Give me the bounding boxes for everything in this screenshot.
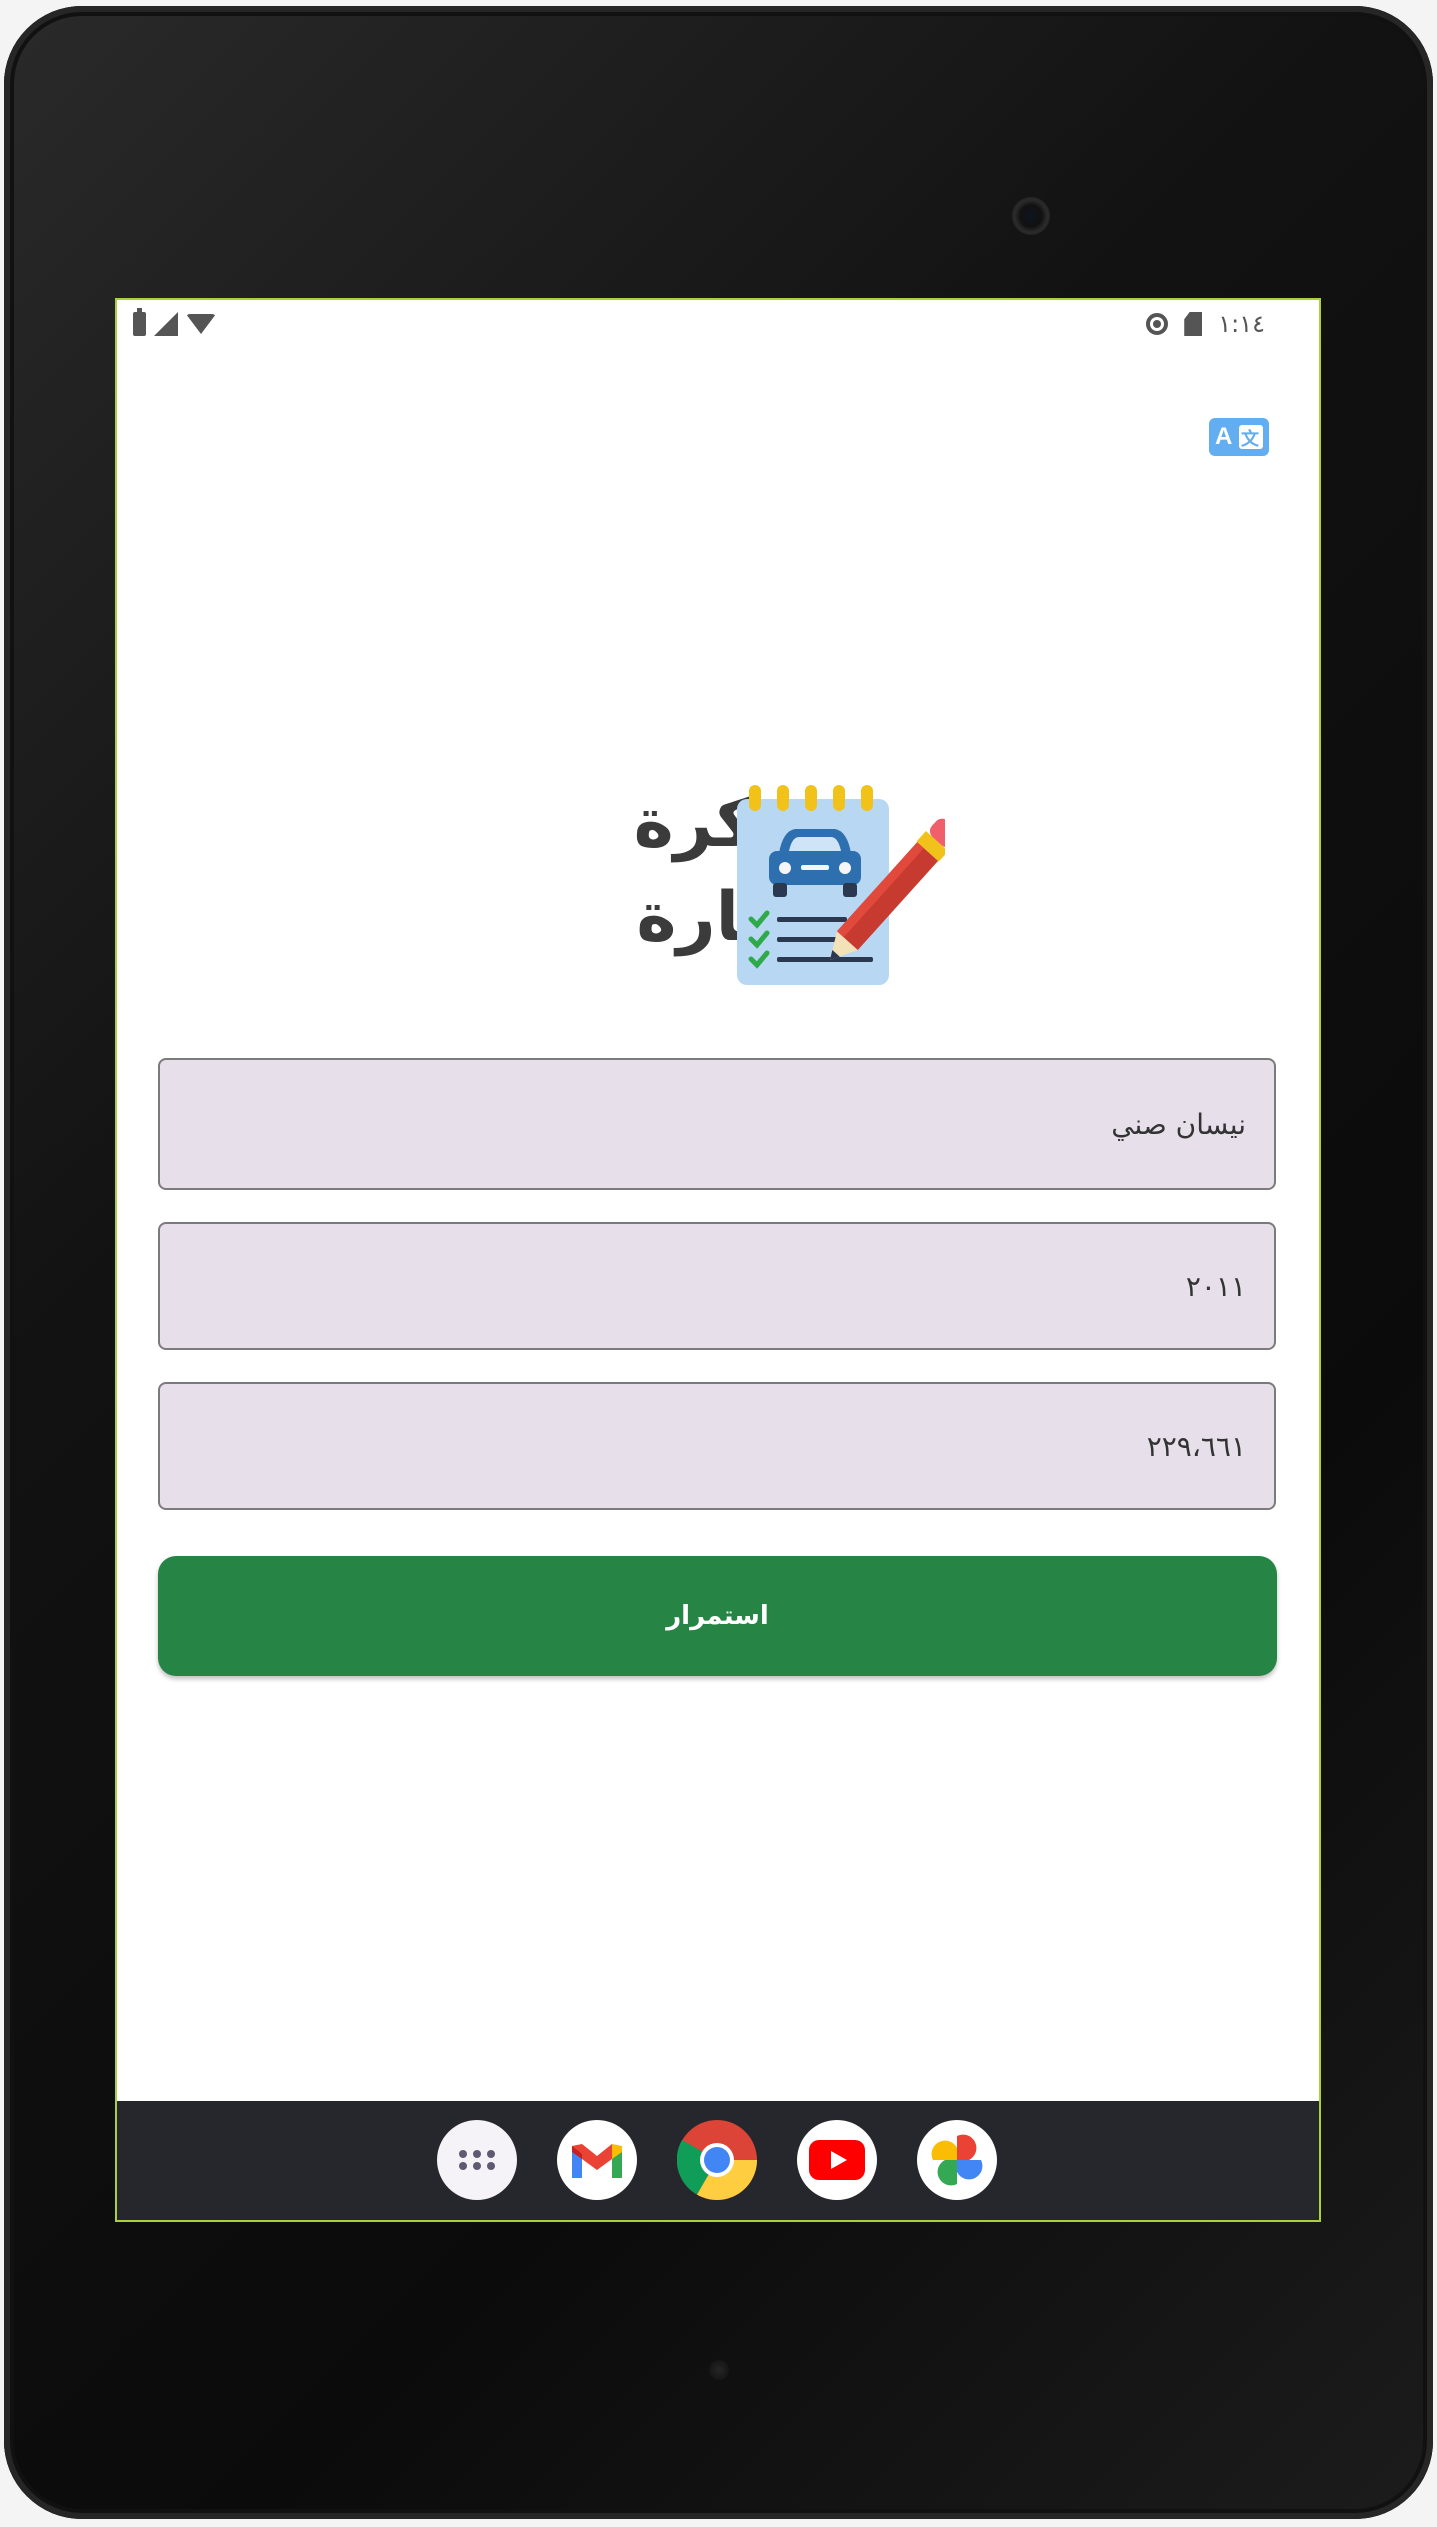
translate-icon — [1239, 425, 1263, 451]
status-bar: ١:١٤ — [117, 300, 1319, 350]
front-camera — [1012, 197, 1050, 235]
tablet-device: ١:١٤ A مذكرة السيارة — [0, 0, 1437, 2527]
battery-icon — [133, 308, 146, 336]
continue-button[interactable]: استمرار — [158, 1556, 1277, 1676]
car-name-input[interactable] — [188, 1107, 1246, 1141]
youtube-icon — [809, 2140, 865, 2180]
status-right-icons: ١:١٤ — [1146, 310, 1265, 338]
app-screen: ١:١٤ A مذكرة السيارة — [117, 300, 1319, 2220]
youtube-button[interactable] — [797, 2120, 877, 2200]
sd-card-icon — [1184, 312, 1203, 336]
chrome-button[interactable] — [677, 2120, 757, 2200]
wifi-icon — [186, 314, 216, 334]
google-photos-button[interactable] — [917, 2120, 997, 2200]
signal-icon — [154, 312, 178, 336]
car-name-field[interactable] — [158, 1058, 1276, 1190]
gmail-button[interactable] — [557, 2120, 637, 2200]
translate-icon-letter: A — [1215, 423, 1233, 450]
gmail-icon — [572, 2144, 622, 2178]
app-dock — [117, 2101, 1319, 2220]
google-photos-icon — [931, 2134, 983, 2186]
status-left-icons — [133, 308, 216, 336]
chrome-icon — [677, 2120, 757, 2200]
mileage-input[interactable] — [188, 1429, 1246, 1463]
settings-icon — [1146, 313, 1169, 335]
app-drawer-icon — [459, 2150, 495, 2170]
bottom-sensor — [709, 2360, 729, 2380]
status-time: ١:١٤ — [1218, 310, 1265, 338]
year-field[interactable] — [158, 1222, 1276, 1350]
translate-button[interactable]: A — [1209, 418, 1269, 456]
car-notepad-pencil-icon — [737, 785, 945, 985]
year-input[interactable] — [188, 1269, 1246, 1303]
app-drawer-button[interactable] — [437, 2120, 517, 2200]
mileage-field[interactable] — [158, 1382, 1276, 1510]
